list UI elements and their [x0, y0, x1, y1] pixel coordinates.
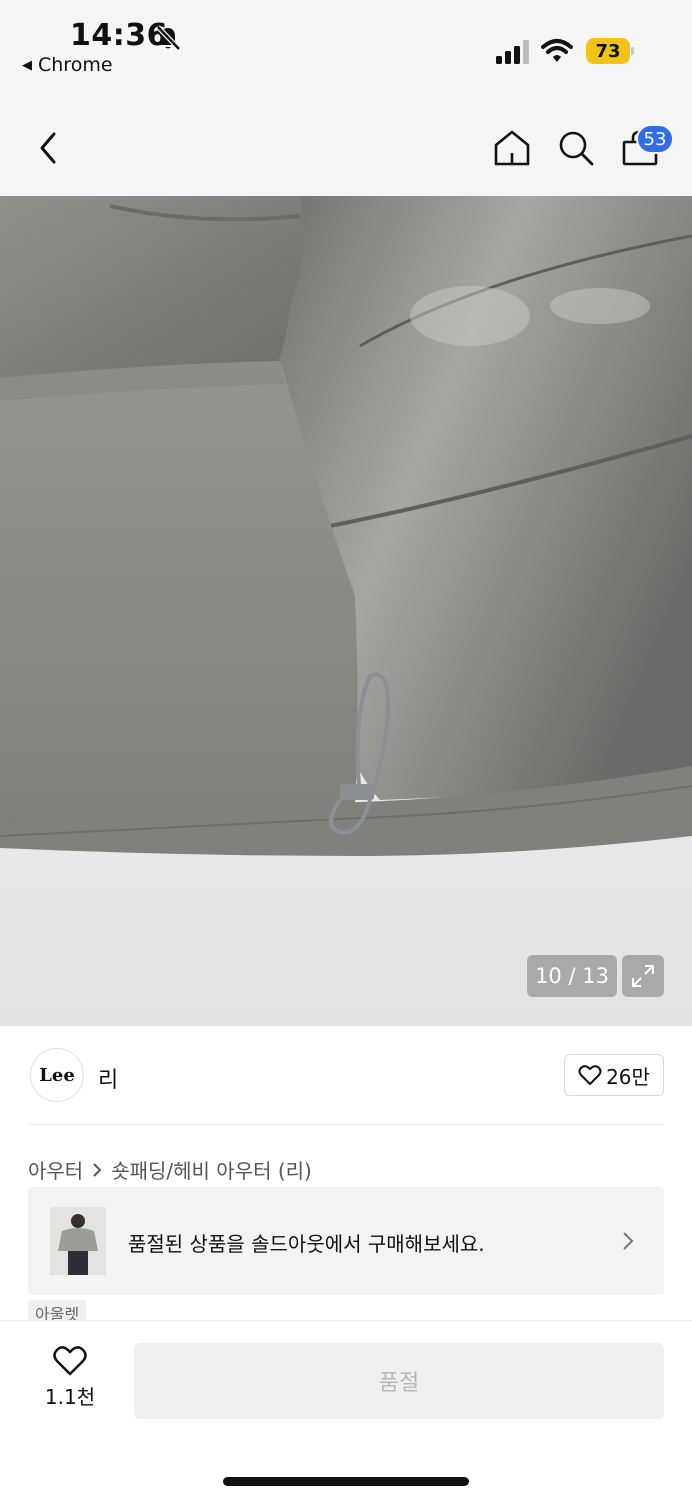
- expand-icon: [632, 965, 654, 987]
- breadcrumb-category[interactable]: 아우터: [28, 1155, 83, 1184]
- soldout-buy-button[interactable]: 품절: [134, 1343, 664, 1419]
- search-icon[interactable]: [556, 128, 596, 168]
- soldout-banner-text: 품절된 상품을 솔드아웃에서 구매해보세요.: [128, 1232, 485, 1256]
- brand-logo-text: Lee: [39, 1064, 75, 1086]
- image-counter: 10 / 13: [527, 955, 617, 997]
- brand-row: Lee 리 26만: [0, 1026, 692, 1126]
- divider: [28, 1124, 664, 1125]
- brand-name[interactable]: 리: [98, 1062, 118, 1094]
- soldout-banner[interactable]: 품절된 상품을 솔드아웃에서 구매해보세요.: [28, 1187, 664, 1295]
- jacket-detail-image: [0, 196, 692, 856]
- cellular-signal-icon: [496, 40, 529, 64]
- home-icon[interactable]: [492, 128, 532, 168]
- chevron-right-icon: [623, 1232, 634, 1250]
- heart-icon: [53, 1346, 87, 1376]
- soldout-thumbnail: [50, 1207, 106, 1275]
- wifi-icon: [541, 39, 573, 62]
- bottom-action-bar: 1.1천 품절: [0, 1320, 692, 1500]
- expand-image-button[interactable]: [622, 955, 664, 997]
- battery-indicator: 73: [586, 38, 634, 64]
- battery-level: 73: [595, 40, 621, 62]
- status-bar: 14:36 ◀ Chrome 73: [0, 0, 692, 92]
- brand-logo[interactable]: Lee: [30, 1048, 84, 1102]
- cart-count-badge: 53: [636, 124, 674, 154]
- heart-icon: [578, 1065, 602, 1085]
- brand-like-button[interactable]: 26만: [564, 1054, 664, 1096]
- brand-like-count: 26만: [606, 1064, 650, 1089]
- product-image[interactable]: [0, 196, 692, 1026]
- back-triangle-icon: ◀: [22, 57, 32, 73]
- app-header: [0, 92, 692, 196]
- chevron-right-icon: [93, 1162, 102, 1177]
- home-indicator[interactable]: [223, 1477, 469, 1486]
- wishlist-button[interactable]: 1.1천: [40, 1345, 100, 1415]
- breadcrumb: 아우터 숏패딩/헤비 아우터 (리): [28, 1155, 312, 1184]
- bell-muted-icon: [156, 25, 181, 51]
- wishlist-count: 1.1천: [44, 1385, 96, 1409]
- model-thumbnail-image: [50, 1207, 106, 1275]
- chevron-left-icon[interactable]: [30, 128, 66, 168]
- battery-cap: [631, 47, 634, 55]
- back-to-app-link[interactable]: ◀ Chrome: [22, 54, 113, 76]
- back-app-label: Chrome: [38, 54, 113, 76]
- breadcrumb-subcategory[interactable]: 숏패딩/헤비 아우터 (리): [111, 1155, 312, 1184]
